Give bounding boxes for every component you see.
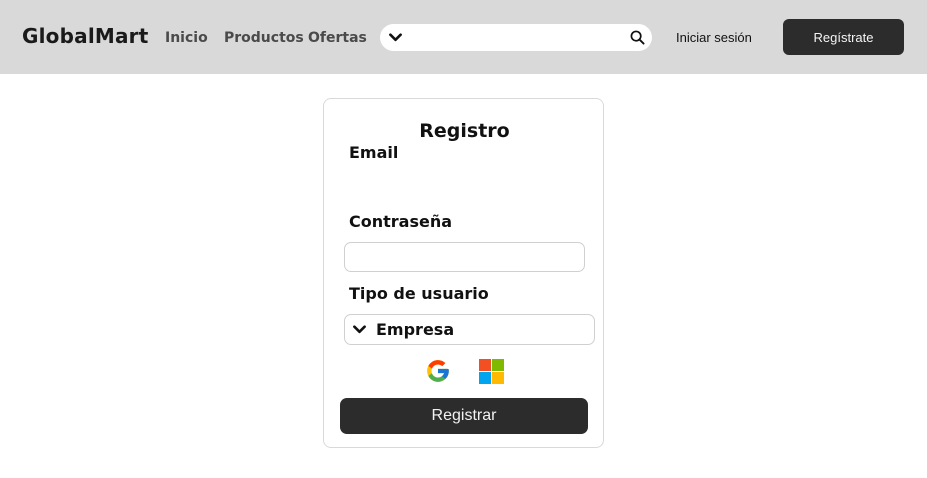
user-type-value: Empresa <box>376 320 455 339</box>
registration-card: Registro Email Contraseña Tipo de usuari… <box>323 98 604 448</box>
chevron-down-icon[interactable] <box>389 31 402 44</box>
brand-logo[interactable]: GlobalMart <box>22 24 149 48</box>
user-type-label: Tipo de usuario <box>349 284 489 303</box>
microsoft-icon[interactable] <box>479 359 504 384</box>
password-label: Contraseña <box>349 212 453 231</box>
form-title: Registro <box>419 120 510 142</box>
top-navigation-bar: GlobalMart Inicio Productos Ofertas Inic… <box>0 0 927 74</box>
search-bar <box>380 24 652 51</box>
google-icon[interactable] <box>425 358 451 384</box>
search-input[interactable] <box>410 27 624 50</box>
signup-button[interactable]: Regístrate <box>783 19 904 55</box>
register-button[interactable]: Registrar <box>340 398 588 434</box>
user-type-select[interactable]: Empresa <box>344 314 595 345</box>
nav-link-inicio[interactable]: Inicio <box>165 30 208 46</box>
chevron-down-icon <box>353 325 366 334</box>
password-field[interactable] <box>344 242 585 272</box>
login-link[interactable]: Iniciar sesión <box>676 30 752 45</box>
nav-link-productos[interactable]: Productos <box>224 30 304 46</box>
nav-link-ofertas[interactable]: Ofertas <box>308 30 367 46</box>
email-label: Email <box>349 143 399 162</box>
search-icon[interactable] <box>630 30 645 45</box>
